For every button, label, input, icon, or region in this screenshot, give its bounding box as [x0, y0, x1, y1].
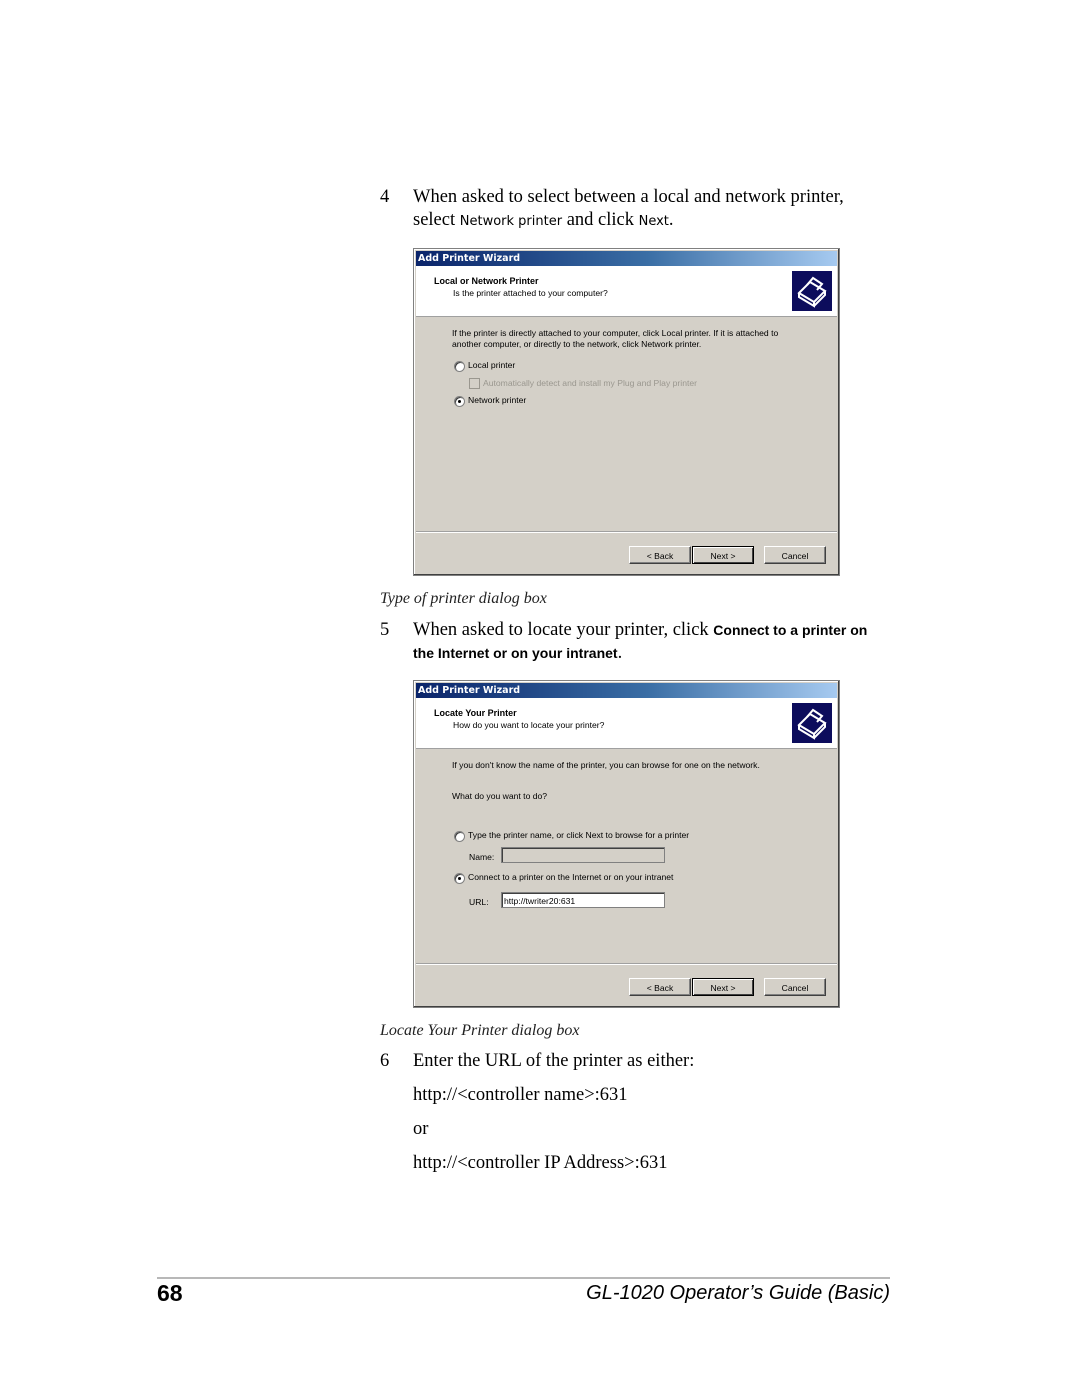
dialog-header: Locate Your Printer How do you want to l… — [416, 698, 837, 749]
url-format-ip: http://<controller IP Address>:631 — [413, 1153, 668, 1173]
type-name-radio[interactable] — [454, 831, 465, 842]
back-button[interactable]: < Back — [629, 546, 691, 564]
local-printer-radio[interactable] — [454, 361, 465, 372]
description: If you don't know the name of the printe… — [452, 760, 760, 770]
next-button[interactable]: Next > — [692, 978, 754, 996]
page-number: 68 — [157, 1280, 183, 1306]
plug-and-play-label: Automatically detect and install my Plug… — [483, 378, 697, 388]
printer-icon — [792, 703, 832, 743]
back-button[interactable]: < Back — [629, 978, 691, 996]
ui-term-network-printer: Network printer — [459, 214, 563, 229]
step-number: 5 — [380, 620, 390, 640]
plug-and-play-checkbox[interactable] — [469, 378, 480, 389]
step-number: 6 — [380, 1051, 390, 1071]
type-name-label[interactable]: Type the printer name, or click Next to … — [468, 830, 689, 840]
network-printer-label[interactable]: Network printer — [468, 395, 526, 405]
figure-caption: Type of printer dialog box — [380, 590, 547, 607]
cancel-button[interactable]: Cancel — [764, 978, 826, 996]
text: When asked to locate your printer, click — [413, 620, 714, 640]
url-input[interactable]: http://twriter20:631 — [501, 892, 665, 908]
header-title: Locate Your Printer — [434, 708, 517, 718]
step-text: When asked to locate your printer, click… — [413, 619, 867, 642]
text: . — [617, 643, 623, 663]
dialog-content: If you don't know the name of the printe… — [416, 749, 837, 965]
connect-url-label[interactable]: Connect to a printer on the Internet or … — [468, 872, 673, 882]
footer-rule — [157, 1277, 890, 1279]
network-printer-radio[interactable] — [454, 396, 465, 407]
header-subtitle: Is the printer attached to your computer… — [453, 288, 608, 298]
or-text: or — [413, 1119, 429, 1139]
step-number: 4 — [380, 187, 390, 207]
name-label: Name: — [469, 852, 495, 862]
step-text: When asked to select between a local and… — [413, 187, 844, 207]
guide-title: GL-1020 Operator’s Guide (Basic) — [586, 1282, 890, 1304]
ui-term-connect: Connect to a printer on — [713, 622, 868, 638]
dialog-header: Local or Network Printer Is the printer … — [416, 266, 837, 317]
ui-term-internet-intranet: the Internet or on your intranet — [413, 645, 618, 661]
figure-caption: Locate Your Printer dialog box — [380, 1022, 580, 1039]
text: . — [668, 210, 674, 230]
add-printer-wizard-dialog-locate: Add Printer Wizard Locate Your Printer H… — [413, 680, 840, 1008]
cancel-button[interactable]: Cancel — [764, 546, 826, 564]
text: and click — [562, 210, 639, 230]
footer-separator — [416, 531, 837, 533]
header-title: Local or Network Printer — [434, 276, 539, 286]
footer-separator — [416, 963, 837, 965]
dialog-titlebar: Add Printer Wizard — [416, 683, 837, 698]
url-label: URL: — [469, 897, 489, 907]
description-line2: another computer, or directly to the net… — [452, 339, 702, 349]
step-text: Enter the URL of the printer as either: — [413, 1051, 695, 1071]
printer-icon — [792, 271, 832, 311]
ui-term-next: Next — [638, 214, 669, 229]
step-text-line2: the Internet or on your intranet. — [413, 642, 867, 665]
local-printer-label[interactable]: Local printer — [468, 360, 515, 370]
text: select — [413, 210, 460, 230]
url-format-name: http://<controller name>:631 — [413, 1085, 628, 1105]
add-printer-wizard-dialog-type: Add Printer Wizard Local or Network Prin… — [413, 248, 840, 576]
description-line1: If the printer is directly attached to y… — [452, 328, 779, 338]
name-input[interactable] — [501, 847, 665, 863]
dialog-titlebar: Add Printer Wizard — [416, 251, 837, 266]
dialog-content: If the printer is directly attached to y… — [416, 317, 837, 533]
question: What do you want to do? — [452, 791, 548, 801]
next-button[interactable]: Next > — [692, 546, 754, 564]
header-subtitle: How do you want to locate your printer? — [453, 720, 605, 730]
connect-url-radio[interactable] — [454, 873, 465, 884]
step-text-line2: select Network printer and click Next. — [413, 209, 844, 233]
